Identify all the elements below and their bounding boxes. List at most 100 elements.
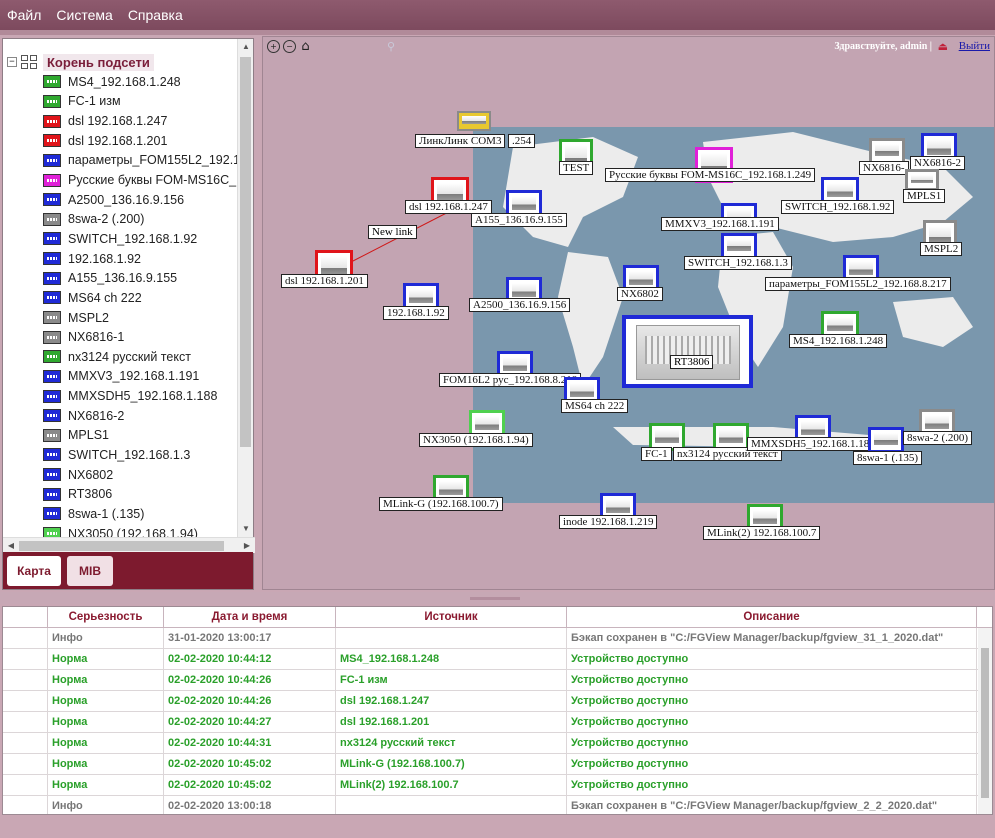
datetime-cell: 31-01-2020 13:00:17 <box>164 628 336 648</box>
horizontal-splitter[interactable] <box>0 592 995 604</box>
datetime-cell: 02-02-2020 10:45:02 <box>164 754 336 774</box>
row-marker-cell <box>3 775 48 795</box>
tree-item[interactable]: NX6816-2 <box>3 406 238 426</box>
scroll-thumb[interactable] <box>240 57 251 447</box>
tree-horizontal-scrollbar[interactable]: ◀ ▶ <box>3 537 255 553</box>
menu-file[interactable]: Файл <box>0 7 47 23</box>
table-row[interactable]: Норма 02-02-2020 10:44:31 nx3124 русский т… <box>3 733 992 754</box>
device-label: A2500_136.16.9.156 <box>469 298 571 312</box>
device-label: NX6802 <box>617 287 663 301</box>
device-icon <box>43 527 61 537</box>
device-icon <box>43 134 61 148</box>
device-label: 192.168.1.92 <box>383 306 449 320</box>
menu-system[interactable]: Система <box>49 7 118 23</box>
tree-item[interactable]: параметры_FOM155L2_192.1 <box>3 151 238 171</box>
table-row[interactable]: Инфо 31-01-2020 13:00:17 Бэкап сохранен в … <box>3 628 992 649</box>
tree-item[interactable]: NX6816-1 <box>3 327 238 347</box>
description-cell: Бэкап сохранен в "C:/FGView Manager/back… <box>567 628 977 648</box>
tree-item-label: 192.168.1.92 <box>68 251 141 266</box>
device-screen <box>439 481 463 495</box>
row-marker-cell <box>3 628 48 648</box>
tree-item-label: FC-1 изм <box>68 94 121 109</box>
tree-item[interactable]: 8swa-1 (.135) <box>3 504 238 524</box>
header-datetime[interactable]: Дата и время <box>164 607 336 627</box>
tree-item[interactable]: MS4_192.168.1.248 <box>3 72 238 92</box>
tree-item[interactable]: NX3050 (192.168.1.94) <box>3 524 238 537</box>
tree-vertical-scrollbar[interactable]: ▲ ▼ <box>237 39 253 537</box>
tree-item[interactable]: 192.168.1.92 <box>3 249 238 269</box>
header-description[interactable]: Описание <box>567 607 977 627</box>
tree-item[interactable]: MS64 ch 222 <box>3 288 238 308</box>
tree-item[interactable]: SWITCH_192.168.1.3 <box>3 445 238 465</box>
device-icon <box>43 173 61 187</box>
scroll-thumb[interactable] <box>19 541 224 551</box>
tree-item-label: MMXSDH5_192.168.1.188 <box>68 389 218 404</box>
device-icon <box>43 153 61 167</box>
scroll-thumb[interactable] <box>981 648 989 798</box>
table-row[interactable]: Норма 02-02-2020 10:44:27 dsl 192.168.1.20… <box>3 712 992 733</box>
tree-item[interactable]: A2500_136.16.9.156 <box>3 190 238 210</box>
tree-item[interactable]: MMXV3_192.168.1.191 <box>3 367 238 387</box>
device-screen <box>925 415 949 429</box>
tree-item[interactable]: RT3806 <box>3 484 238 504</box>
tree-item[interactable]: MMXSDH5_192.168.1.188 <box>3 386 238 406</box>
table-row[interactable]: Норма 02-02-2020 10:44:12 MS4_192.168.1.24… <box>3 649 992 670</box>
device-icon <box>43 75 61 89</box>
device-screen <box>606 499 630 513</box>
description-cell: Устройство доступно <box>567 712 977 732</box>
device-icon[interactable] <box>868 427 904 453</box>
device-icon[interactable] <box>457 111 491 131</box>
expander-icon[interactable]: − <box>7 57 17 67</box>
network-map[interactable]: + − ⌂ ⚲ Здравствуйте, admin | ⏏ Выйти Ne… <box>262 36 995 590</box>
tree-item-label: NX6802 <box>68 467 114 482</box>
device-icon <box>43 448 61 462</box>
tree-item[interactable]: dsl 192.168.1.201 <box>3 131 238 151</box>
row-marker-cell <box>3 691 48 711</box>
header-source[interactable]: Источник <box>336 607 567 627</box>
header-severity[interactable]: Серьезность <box>48 607 164 627</box>
table-row[interactable]: Норма 02-02-2020 10:45:02 MLink(2) 192.168… <box>3 775 992 796</box>
tree-item[interactable]: A155_136.16.9.155 <box>3 268 238 288</box>
device-label: ЛинкЛинк COM3 <box>415 134 506 148</box>
device-label: MMXV3_192.168.1.191 <box>661 217 779 231</box>
device-label: FOM16L2 рус_192.168.8.218 <box>439 373 582 387</box>
table-row[interactable]: Норма 02-02-2020 10:44:26 FC-1 изм Устройст… <box>3 670 992 691</box>
description-cell: Устройство доступно <box>567 649 977 669</box>
source-cell: FC-1 изм <box>336 670 567 690</box>
tab-map[interactable]: Карта <box>7 556 61 586</box>
link-label[interactable]: New link <box>368 225 417 239</box>
table-row[interactable]: Инфо 02-02-2020 13:00:18 Бэкап сохранен в … <box>3 796 992 814</box>
row-marker-cell <box>3 670 48 690</box>
device-label: SWITCH_192.168.1.92 <box>781 200 895 214</box>
tree-item[interactable]: SWITCH_192.168.1.92 <box>3 229 238 249</box>
tree-item[interactable]: Русские буквы FOM-MS16C_ <box>3 170 238 190</box>
device-label: 8swa-1 (.135) <box>853 451 923 465</box>
splitter-grip[interactable] <box>470 597 520 600</box>
tree-item[interactable]: MPLS1 <box>3 426 238 446</box>
table-row[interactable]: Норма 02-02-2020 10:45:02 MLink-G (192.168… <box>3 754 992 775</box>
scroll-down-icon[interactable]: ▼ <box>238 521 254 537</box>
device-label: TEST <box>559 161 594 175</box>
device-screen <box>927 139 951 155</box>
description-cell: Устройство доступно <box>567 754 977 774</box>
tree-item[interactable]: dsl 192.168.1.247 <box>3 111 238 131</box>
source-cell: MLink(2) 192.168.100.7 <box>336 775 567 795</box>
tree-item[interactable]: FC-1 изм <box>3 92 238 112</box>
severity-cell: Инфо <box>48 796 164 814</box>
tree-item[interactable]: 8swa-2 (.200) <box>3 209 238 229</box>
menu-help[interactable]: Справка <box>121 7 189 23</box>
tree-item[interactable]: nx3124 русский текст <box>3 347 238 367</box>
tree-root[interactable]: − Корень подсети <box>3 52 238 72</box>
device-icon <box>43 428 61 442</box>
table-row[interactable]: Норма 02-02-2020 10:44:26 dsl 192.168.1.24… <box>3 691 992 712</box>
tree-item[interactable]: NX6802 <box>3 465 238 485</box>
tree-item[interactable]: MSPL2 <box>3 308 238 328</box>
tree-item-label: MMXV3_192.168.1.191 <box>68 369 200 384</box>
device-icon[interactable] <box>905 169 939 191</box>
device-label: dsl 192.168.1.247 <box>405 200 492 214</box>
device-screen <box>801 421 825 435</box>
scroll-up-icon[interactable]: ▲ <box>238 39 254 55</box>
event-log-scrollbar[interactable] <box>978 628 992 814</box>
tab-mib[interactable]: MIB <box>67 556 113 586</box>
device-node-rt3806[interactable]: RT3806 <box>622 315 753 388</box>
